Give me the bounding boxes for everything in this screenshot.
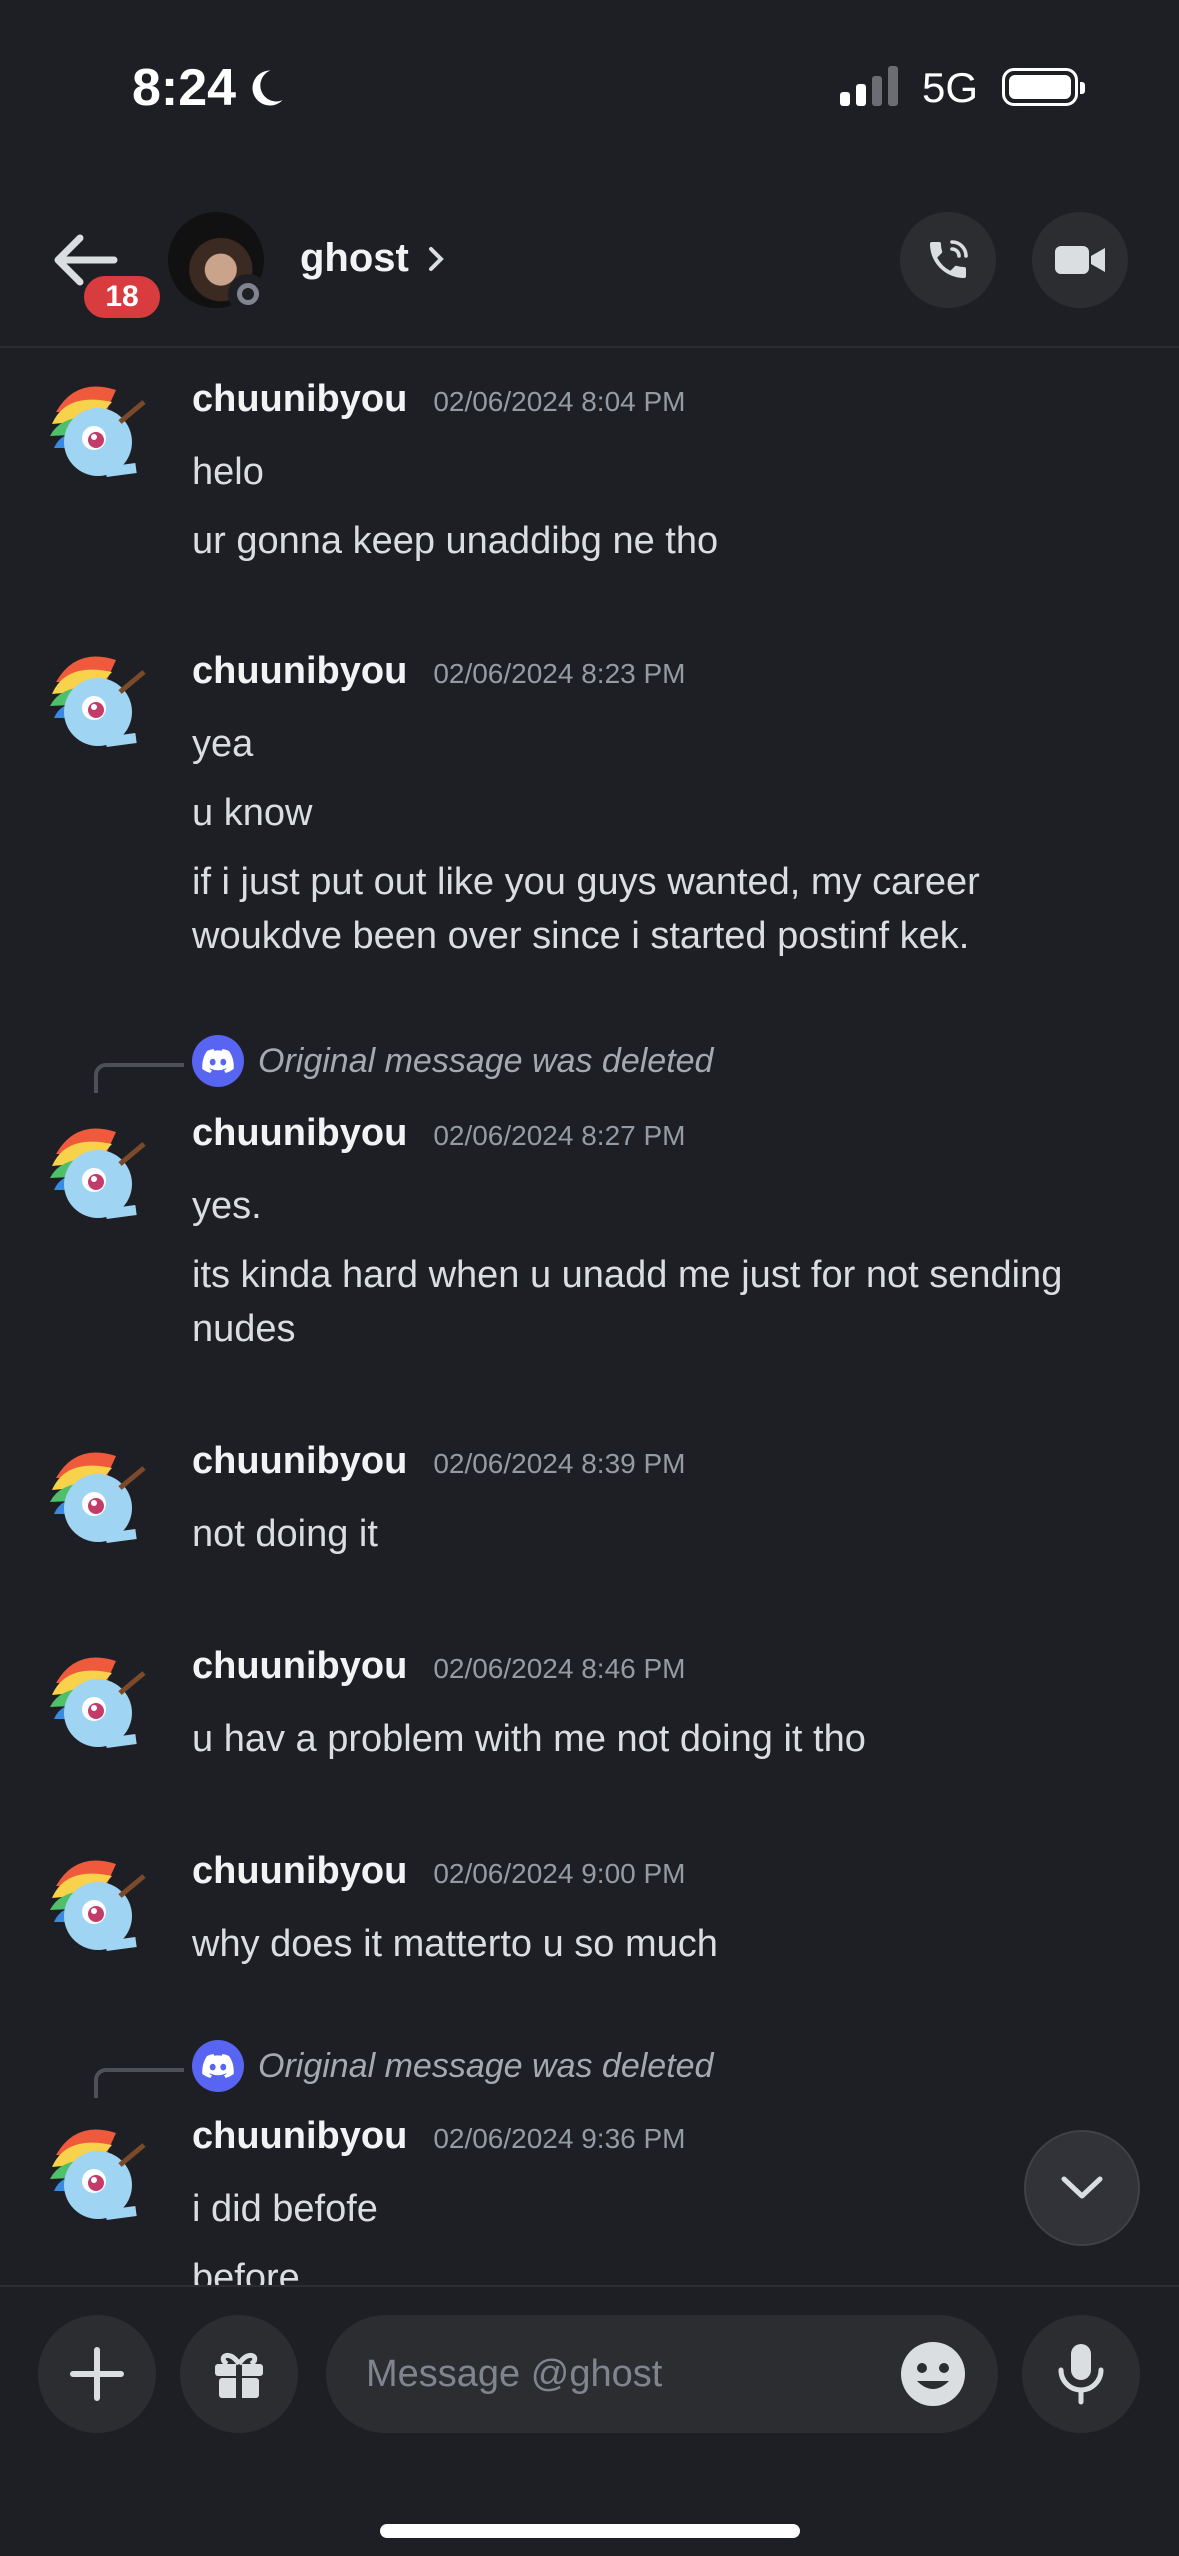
message-text[interactable]: if i just put out like you guys wanted, … (192, 855, 1132, 909)
avatar[interactable] (36, 642, 156, 762)
jump-to-bottom-button[interactable] (1024, 2130, 1140, 2246)
network-label: 5G (922, 64, 979, 111)
battery-icon (1002, 68, 1085, 106)
message-header: chuunibyou 02/06/2024 8:27 PM (192, 1112, 686, 1155)
message-text[interactable]: yes. (192, 1179, 1132, 1233)
avatar[interactable] (36, 1846, 156, 1966)
voice-call-button[interactable] (900, 212, 996, 308)
timestamp: 02/06/2024 9:36 PM (433, 2123, 686, 2154)
message-input[interactable] (366, 2315, 886, 2433)
avatar[interactable] (36, 1114, 156, 1234)
username[interactable]: chuunibyou (192, 1850, 407, 1893)
clock-text: 8:24 (132, 59, 237, 117)
message-header: chuunibyou 02/06/2024 8:04 PM (192, 378, 686, 421)
video-call-button[interactable] (1032, 212, 1128, 308)
gift-icon (215, 2352, 263, 2398)
username[interactable]: chuunibyou (192, 1645, 407, 1688)
timestamp: 02/06/2024 8:46 PM (433, 1653, 686, 1684)
chevron-right-icon (428, 246, 444, 271)
username[interactable]: chuunibyou (192, 650, 407, 693)
message-text[interactable]: i did befofe (192, 2182, 1132, 2236)
avatar[interactable] (36, 1438, 156, 1558)
message-text[interactable]: woukdve been over since i started postin… (192, 909, 1132, 963)
message-composer (0, 2285, 1179, 2556)
message-text[interactable]: ur gonna keep unaddibg ne tho (192, 514, 1132, 568)
voice-message-button[interactable] (1022, 2315, 1140, 2433)
avatar[interactable] (36, 2115, 156, 2235)
message-text[interactable]: yea (192, 717, 1132, 771)
plus-icon (70, 2347, 124, 2401)
channel-title[interactable]: ghost (300, 236, 445, 281)
discord-icon (192, 1035, 244, 1087)
message-text[interactable]: why does it matterto u so much (192, 1917, 1132, 1971)
message-header: chuunibyou 02/06/2024 9:00 PM (192, 1850, 686, 1893)
message-text[interactable]: nudes (192, 1302, 1132, 1356)
username[interactable]: chuunibyou (192, 378, 407, 421)
reply-preview[interactable]: Original message was deleted (94, 2040, 714, 2098)
reply-branch (94, 2068, 184, 2098)
reply-branch (94, 1063, 184, 1093)
avatar[interactable] (36, 1643, 156, 1763)
message-text[interactable]: helo (192, 445, 1132, 499)
message-input-container[interactable] (326, 2315, 998, 2433)
message-header: chuunibyou 02/06/2024 9:36 PM (192, 2115, 686, 2158)
message-text[interactable]: not doing it (192, 1507, 1132, 1561)
chevron-down-icon (1061, 2176, 1103, 2199)
message-text[interactable]: u hav a problem with me not doing it tho (192, 1712, 1132, 1766)
recipient-name: ghost (300, 236, 409, 280)
microphone-icon (1058, 2344, 1104, 2405)
message-list[interactable]: chuunibyou 02/06/2024 8:04 PM helo ur go… (0, 350, 1179, 2285)
username[interactable]: chuunibyou (192, 2115, 407, 2158)
moon-icon (252, 70, 283, 106)
video-camera-icon (1055, 246, 1105, 274)
reply-preview-text: Original message was deleted (258, 1041, 714, 1080)
emoji-icon[interactable] (900, 2341, 966, 2407)
unread-badge: 18 (80, 272, 164, 322)
message-header: chuunibyou 02/06/2024 8:39 PM (192, 1440, 686, 1483)
timestamp: 02/06/2024 8:39 PM (433, 1448, 686, 1479)
timestamp: 02/06/2024 9:00 PM (433, 1858, 686, 1889)
status-time: 8:24 (132, 58, 286, 118)
reply-preview-text: Original message was deleted (258, 2046, 714, 2085)
gift-button[interactable] (180, 2315, 298, 2433)
message-header: chuunibyou 02/06/2024 8:23 PM (192, 650, 686, 693)
home-indicator[interactable] (380, 2524, 800, 2538)
message-header: chuunibyou 02/06/2024 8:46 PM (192, 1645, 686, 1688)
add-attachment-button[interactable] (38, 2315, 156, 2433)
message-text[interactable]: u know (192, 786, 1132, 840)
avatar[interactable] (36, 372, 156, 492)
username[interactable]: chuunibyou (192, 1112, 407, 1155)
discord-icon (192, 2040, 244, 2092)
timestamp: 02/06/2024 8:27 PM (433, 1120, 686, 1151)
username[interactable]: chuunibyou (192, 1440, 407, 1483)
timestamp: 02/06/2024 8:04 PM (433, 386, 686, 417)
dm-header: 18 ghost (0, 200, 1179, 348)
timestamp: 02/06/2024 8:23 PM (433, 658, 686, 689)
signal-icon (840, 66, 898, 106)
message-text[interactable]: before (192, 2251, 1132, 2285)
message-text[interactable]: its kinda hard when u unadd me just for … (192, 1248, 1132, 1302)
reply-preview[interactable]: Original message was deleted (94, 1035, 714, 1093)
offline-status-icon (228, 274, 268, 314)
status-bar: 8:24 5G (0, 0, 1179, 170)
phone-icon (930, 240, 968, 278)
